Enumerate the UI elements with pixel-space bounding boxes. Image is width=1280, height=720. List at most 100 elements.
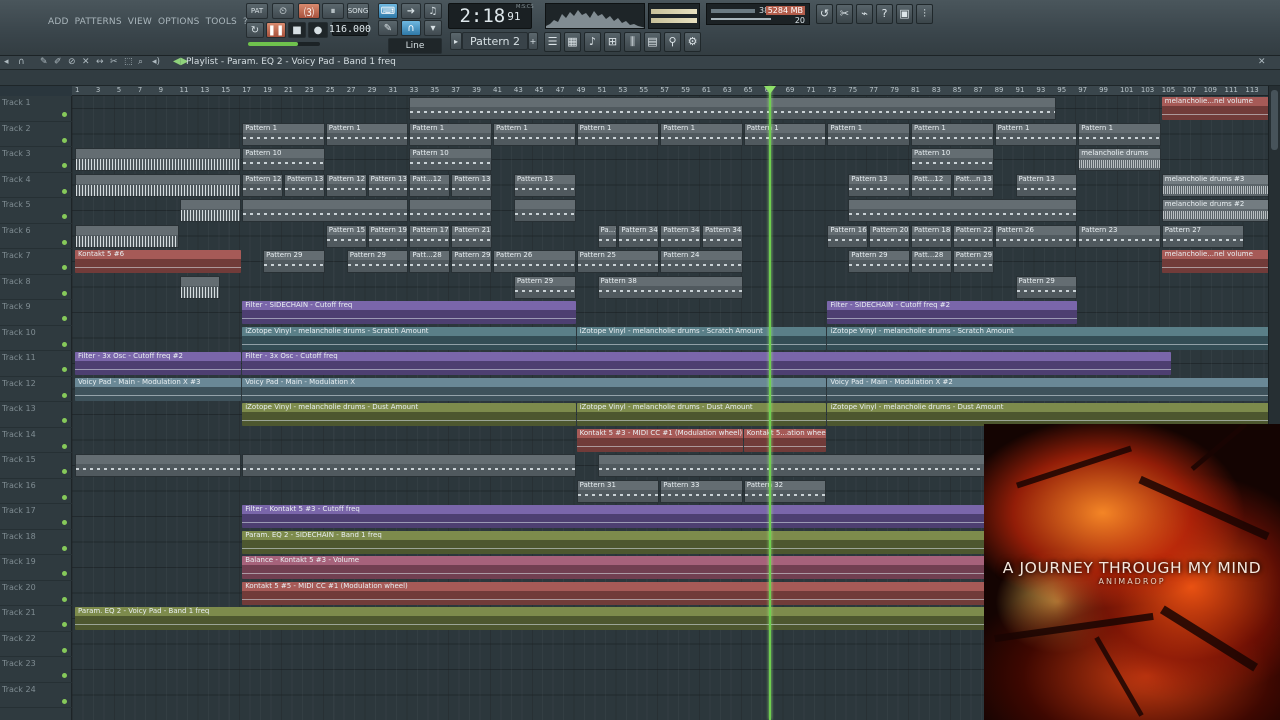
track-mute-led-icon[interactable] bbox=[62, 214, 67, 219]
automation-clip[interactable]: Filter - SIDECHAIN - Cutoff freq #2 bbox=[827, 301, 1078, 324]
pattern-clip[interactable]: Pattern 1 bbox=[1078, 122, 1161, 146]
delete-icon[interactable]: ⊘ bbox=[68, 57, 76, 67]
snap-options-button[interactable]: ▾ bbox=[424, 20, 442, 36]
pattern-clip[interactable]: Pattern 29 bbox=[451, 250, 492, 273]
menu-patterns[interactable]: PATTERNS bbox=[75, 17, 122, 27]
automation-clip[interactable]: Filter - 3x Osc - Cutoff freq bbox=[242, 352, 1172, 375]
track-mute-led-icon[interactable] bbox=[62, 137, 67, 143]
snap-select[interactable]: Line bbox=[388, 38, 442, 54]
piano-roll-button[interactable]: ♪ bbox=[584, 32, 601, 52]
track-mute-led-icon[interactable] bbox=[62, 341, 67, 347]
automation-clip[interactable]: iZotope Vinyl - melancholie drums - Dust… bbox=[827, 403, 1268, 426]
automation-clip[interactable]: Filter - SIDECHAIN - Cutoff freq bbox=[242, 301, 576, 324]
pattern-clip[interactable]: Pattern 13 bbox=[451, 173, 492, 197]
mixer-button[interactable]: ⫶ bbox=[916, 4, 933, 24]
pattern-clip[interactable]: Patt...n 13 bbox=[952, 173, 994, 197]
pattern-clip[interactable]: Pattern 1 bbox=[827, 122, 910, 146]
metronome-button[interactable]: ⏲ bbox=[272, 3, 294, 19]
track-header[interactable]: Track 17 bbox=[0, 504, 72, 530]
master-volume-slider[interactable] bbox=[248, 42, 320, 46]
rec-counter-button[interactable]: ⑶ bbox=[298, 3, 320, 19]
pattern-clip[interactable]: Pattern 13 bbox=[284, 173, 325, 197]
pattern-clip[interactable]: Pattern 27 bbox=[1161, 224, 1245, 248]
pattern-clip[interactable]: Pattern 12 bbox=[325, 173, 367, 197]
pattern-clip[interactable]: Pattern 12 bbox=[242, 173, 283, 197]
pattern-clip[interactable]: Pattern 38 bbox=[597, 275, 743, 299]
playback-icon[interactable]: ◂) bbox=[152, 57, 160, 67]
pattern-clip[interactable] bbox=[409, 97, 1057, 120]
pattern-clip[interactable]: Pattern 19 bbox=[367, 224, 409, 248]
menu-tools[interactable]: TOOLS bbox=[206, 17, 237, 27]
pattern-clip[interactable]: Pattern 10 bbox=[911, 148, 994, 171]
timeline-ruler[interactable]: 1 3 5 7 9 11 13 15 17 19 21 23 25 27 29 31 33 35 37 39 41 43 4… bbox=[72, 86, 1268, 96]
cut-button[interactable]: ✂ bbox=[836, 4, 853, 24]
track-header[interactable]: Track 20 bbox=[0, 581, 72, 606]
track-header[interactable]: Track 1 bbox=[0, 96, 72, 122]
pattern-clip[interactable]: Pattern 1 bbox=[743, 122, 827, 146]
track-header[interactable]: Track 18 bbox=[0, 530, 72, 555]
save-button[interactable]: ▣ bbox=[896, 4, 913, 24]
track-header[interactable]: Track 7 bbox=[0, 249, 72, 275]
pattern-clip[interactable] bbox=[179, 275, 221, 299]
menu-arrow-icon[interactable]: ◂ bbox=[4, 57, 9, 67]
playhead[interactable] bbox=[768, 86, 771, 720]
automation-clip[interactable]: iZotope Vinyl - melancholie drums - Dust… bbox=[576, 403, 827, 426]
recording-filter-button[interactable]: ♫ bbox=[424, 3, 442, 19]
song-button[interactable]: SONG bbox=[347, 3, 369, 19]
pattern-clip[interactable]: Pattern 25 bbox=[576, 250, 660, 273]
track-header[interactable]: Track 9 bbox=[0, 300, 72, 326]
pattern-clip[interactable] bbox=[848, 199, 1078, 222]
pattern-clip[interactable]: Pattern 18 bbox=[911, 224, 952, 248]
play-button[interactable]: ❚❚ bbox=[266, 22, 286, 38]
snap-magnet-button[interactable]: ∩ bbox=[401, 20, 421, 36]
pattern-clip[interactable]: Pattern 34 bbox=[618, 224, 660, 248]
track-header[interactable]: Track 2 bbox=[0, 122, 72, 147]
automation-clip[interactable]: melancholie...nel volume bbox=[1161, 250, 1268, 273]
pattern-clip[interactable] bbox=[242, 454, 576, 477]
track-mute-led-icon[interactable] bbox=[62, 596, 67, 602]
pattern-clip[interactable] bbox=[242, 199, 409, 222]
automation-clip[interactable]: Voicy Pad - Main - Modulation X #2 bbox=[827, 377, 1268, 401]
pattern-clip[interactable]: Pattern 29 bbox=[952, 250, 994, 273]
pattern-clip[interactable]: Pattern 10 bbox=[409, 148, 492, 171]
track-header[interactable]: Track 22 bbox=[0, 632, 72, 657]
automation-clip[interactable]: iZotope Vinyl - melancholie drums - Scra… bbox=[827, 326, 1268, 350]
record-button[interactable]: ● bbox=[308, 22, 328, 38]
pattern-clip[interactable]: Patt...28 bbox=[911, 250, 952, 273]
tempo-display[interactable]: 116.000 bbox=[329, 22, 371, 36]
pattern-clip[interactable]: Pattern 1 bbox=[660, 122, 743, 146]
help-button[interactable]: ? bbox=[876, 4, 893, 24]
track-header[interactable]: Track 24 bbox=[0, 683, 72, 708]
pattern-clip[interactable]: Pattern 34 bbox=[702, 224, 743, 248]
track-header[interactable]: Track 10 bbox=[0, 326, 72, 351]
track-header[interactable]: Track 23 bbox=[0, 657, 72, 683]
playhead-marker-icon[interactable] bbox=[763, 86, 776, 94]
pattern-clip[interactable]: Pattern 22 bbox=[952, 224, 994, 248]
track-mute-led-icon[interactable] bbox=[62, 163, 67, 168]
track-mute-led-icon[interactable] bbox=[62, 673, 67, 678]
pattern-clip[interactable] bbox=[75, 224, 179, 248]
pattern-clip[interactable] bbox=[409, 199, 492, 222]
track-header[interactable]: Track 15 bbox=[0, 453, 72, 479]
track-header[interactable]: Track 21 bbox=[0, 606, 72, 632]
track-mute-led-icon[interactable] bbox=[62, 290, 67, 296]
pattern-clip[interactable]: Pattern 32 bbox=[743, 479, 827, 503]
plugin-picker-button[interactable]: ⚲ bbox=[664, 32, 681, 52]
typing-keyboard-button[interactable]: ⌨ bbox=[378, 3, 398, 19]
pattern-clip[interactable]: Pattern 17 bbox=[409, 224, 451, 248]
pattern-clip[interactable]: Pattern 29 bbox=[263, 250, 325, 273]
menu-add[interactable]: ADD bbox=[48, 17, 69, 27]
pattern-clip[interactable]: Patt...12 bbox=[911, 173, 952, 197]
track-header[interactable]: Track 13 bbox=[0, 402, 72, 428]
pattern-clip[interactable]: Pattern 1 bbox=[493, 122, 576, 146]
pattern-prev-button[interactable]: ▸ bbox=[450, 32, 462, 50]
pattern-clip[interactable]: Pattern 26 bbox=[493, 250, 576, 273]
track-mute-led-icon[interactable] bbox=[62, 265, 67, 270]
pattern-clip[interactable]: Pattern 29 bbox=[848, 250, 910, 273]
track-mute-led-icon[interactable] bbox=[62, 698, 67, 704]
automation-clip[interactable]: Voicy Pad - Main - Modulation X #3 bbox=[75, 377, 242, 401]
track-mute-led-icon[interactable] bbox=[62, 494, 67, 500]
pat-song-pat-button[interactable]: PAT bbox=[246, 3, 268, 19]
track-mute-led-icon[interactable] bbox=[62, 239, 67, 245]
track-header[interactable]: Track 5 bbox=[0, 198, 72, 224]
